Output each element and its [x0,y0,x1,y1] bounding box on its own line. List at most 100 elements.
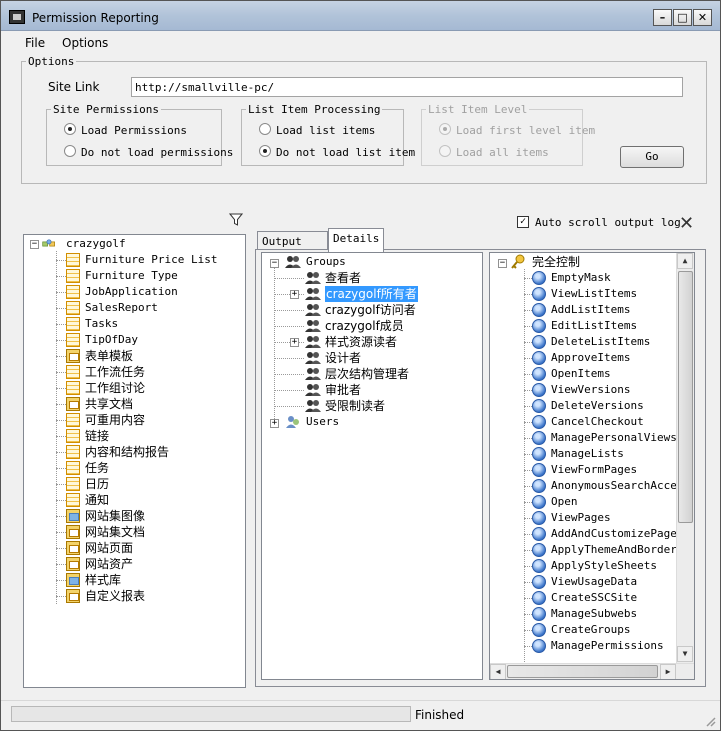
tree-connector [524,342,532,343]
tree-connector [56,260,66,261]
permission-icon [532,575,546,589]
go-button[interactable]: Go [620,146,684,168]
permission-tree-item-label: AnonymousSearchAccess [551,479,691,492]
tree-connector [524,294,532,295]
site-tree-panel[interactable]: − crazygolf Furniture Price List Furnitur… [23,234,246,688]
site-root-expander[interactable]: − [30,240,39,249]
scroll-h-thumb[interactable] [507,665,658,678]
users-expander[interactable]: + [270,419,279,428]
group-icon [305,384,321,396]
close-button[interactable]: ✕ [693,9,712,26]
permission-icon [532,335,546,349]
site-tree-item-label: 任务 [85,461,110,475]
permission-icon [532,399,546,413]
tree-connector [524,630,532,631]
scroll-up-button[interactable]: ▲ [677,253,693,269]
permission-icon [532,527,546,541]
tree-connector [56,292,66,293]
permission-vertical-scrollbar[interactable]: ▲ ▼ [676,253,694,663]
document-library-icon [66,557,80,571]
menu-file[interactable]: File [25,36,45,50]
permission-icon [532,463,546,477]
filter-icon[interactable] [229,213,243,227]
no-load-list-items-radio[interactable] [259,145,271,157]
tree-connector [524,614,532,615]
tab-details[interactable]: Details [328,228,384,252]
maximize-button[interactable]: □ [673,9,692,26]
group-tree-item-label: crazygolf成员 [325,319,404,333]
title-bar[interactable]: Permission Reporting – □ ✕ [1,1,720,31]
permission-icon [532,559,546,573]
load-permissions-label: Load Permissions [81,124,187,137]
tree-connector [524,358,532,359]
load-first-level-radio[interactable] [439,123,451,135]
site-tree-item-label: SalesReport [85,301,158,314]
tree-connector [524,454,532,455]
permission-icon [532,271,546,285]
progress-bar [11,706,411,722]
scroll-left-button[interactable]: ◀ [490,664,506,679]
scroll-down-button[interactable]: ▼ [677,646,693,662]
auto-scroll-checkbox[interactable]: ✓ [517,216,529,228]
permission-tree-item-label: ApproveItems [551,351,631,364]
list-icon [66,381,80,395]
site-tree-item-label: 可重用内容 [85,413,146,427]
permission-icon [532,415,546,429]
group-icon [285,256,301,268]
close-icon[interactable]: ✕ [679,215,694,233]
document-library-icon [66,541,80,555]
tree-connector [274,342,304,343]
permission-tree-panel[interactable]: − 完全控制 EmptyMask ViewListItems AddListItem… [489,252,695,680]
tree-connector [56,452,66,453]
load-all-items-radio[interactable] [439,145,451,157]
groups-tree-panel[interactable]: − Groups 查看者 + crazygolf所有者 crazygolf访问者 cra… [261,252,483,680]
site-tree-item-label: 网站资产 [85,557,134,571]
groups-expander[interactable]: − [270,259,279,268]
permission-icon [532,543,546,557]
permission-tree-item-label: ApplyStyleSheets [551,559,657,572]
resize-grip-icon[interactable] [704,715,716,727]
site-tree-item-label: 链接 [85,429,110,443]
scroll-thumb[interactable] [678,271,693,523]
tree-connector [56,532,66,533]
group-icon [305,304,321,316]
permission-icon [532,495,546,509]
menu-options[interactable]: Options [62,36,108,50]
tree-connector [524,406,532,407]
permission-tree-item-label: EmptyMask [551,271,611,284]
site-tree-item-label: 网站集文档 [85,525,146,539]
site-link-input[interactable] [131,77,683,97]
no-load-permissions-radio[interactable] [64,145,76,157]
permission-icon [532,479,546,493]
scroll-right-button[interactable]: ▶ [660,664,676,679]
list-item-processing-legend: List Item Processing [248,103,381,116]
list-icon [66,301,80,315]
load-permissions-radio[interactable] [64,123,76,135]
permission-icon [532,639,546,653]
site-tree-item-label: Tasks [85,317,119,330]
tree-connector [524,374,532,375]
tree-connector [524,438,532,439]
permission-tree-item-label: CreateGroups [551,623,631,636]
list-icon [66,493,80,507]
tree-connector [56,324,66,325]
tree-connector [56,404,66,405]
permission-tree-item-label: ViewPages [551,511,611,524]
tree-connector [524,486,532,487]
site-link-label: Site Link [48,80,100,94]
list-icon [66,445,80,459]
group-expander[interactable]: + [290,338,299,347]
permission-tree-item-label: EditListItems [551,319,638,332]
minimize-button[interactable]: – [653,9,672,26]
picture-library-icon [66,573,80,587]
permission-horizontal-scrollbar[interactable]: ◀ ▶ [490,663,694,679]
permission-tree-item-label: ViewVersions [551,383,631,396]
load-list-items-radio[interactable] [259,123,271,135]
list-item-level-legend: List Item Level [428,103,528,116]
tab-output-log[interactable]: Output Log [257,231,328,261]
tree-connector [524,550,532,551]
full-control-expander[interactable]: − [498,259,507,268]
tree-connector [524,470,532,471]
group-expander[interactable]: + [290,290,299,299]
tree-connector [56,276,66,277]
